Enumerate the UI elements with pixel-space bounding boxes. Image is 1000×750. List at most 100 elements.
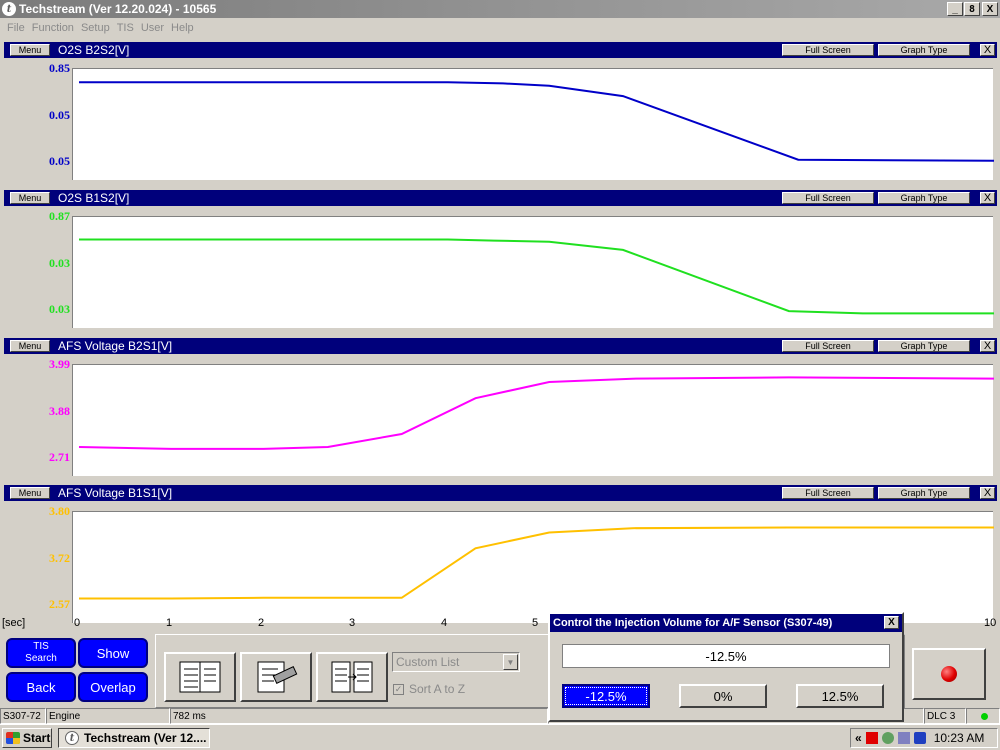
y-min-label: 0.03	[49, 302, 70, 316]
graph-type-button[interactable]: Graph Type	[878, 44, 970, 56]
x-tick-label: 2	[258, 617, 265, 629]
tis-search-button[interactable]: TIS Search	[6, 638, 76, 668]
menu-tis[interactable]: TIS	[117, 22, 134, 34]
x-tick-label: 4	[441, 617, 448, 629]
plot-area	[72, 511, 994, 623]
menu-help[interactable]: Help	[171, 22, 194, 34]
graph-type-button[interactable]: Graph Type	[878, 192, 970, 204]
series-svg	[79, 81, 994, 162]
graph-panel-afs-b1s1: Menu AFS Voltage B1S1[V] Full Screen Graph …	[4, 485, 997, 631]
menu-file[interactable]: File	[7, 22, 25, 34]
graph-header: Menu AFS Voltage B2S1[V] Full Screen Graph …	[4, 338, 997, 354]
x-axis-unit-label: [sec]	[2, 617, 26, 629]
dialog-title-bar: Control the Injection Volume for A/F Sen…	[550, 614, 902, 632]
connection-indicator	[966, 708, 1000, 724]
graph-menu-button[interactable]: Menu	[10, 44, 50, 56]
active-test-icon	[257, 661, 298, 693]
custom-list-value: Custom List	[396, 655, 460, 669]
series-svg	[79, 526, 994, 600]
x-tick-label: 1	[166, 617, 173, 629]
zero-percent-button[interactable]: 0%	[679, 684, 767, 708]
y-mid-label: 0.03	[49, 256, 70, 270]
y-max-label: 0.87	[49, 209, 70, 223]
taskbar-techstream-label: Techstream (Ver 12....	[84, 731, 207, 745]
menu-user[interactable]: User	[141, 22, 164, 34]
start-button[interactable]: Start	[2, 728, 52, 748]
y-max-label: 3.99	[49, 357, 70, 371]
tis-search-label: TIS Search	[25, 641, 57, 664]
minimize-button[interactable]: _	[947, 2, 963, 16]
checkmark-icon: ✓	[393, 683, 404, 695]
graph-panel-o2s-b1s2: Menu O2S B1S2[V] Full Screen Graph Type X 0.8…	[4, 190, 997, 336]
full-screen-button[interactable]: Full Screen	[782, 340, 874, 352]
taskbar-techstream[interactable]: t Techstream (Ver 12....	[58, 728, 210, 748]
sort-a-to-z-label: Sort A to Z	[409, 682, 466, 696]
full-screen-button[interactable]: Full Screen	[782, 44, 874, 56]
title-bar: t Techstream (Ver 12.20.024) - 10565 _ 8…	[0, 0, 1000, 18]
graph-title: AFS Voltage B2S1[V]	[58, 339, 173, 353]
active-test-button[interactable]	[240, 652, 312, 702]
x-tick-label: 0	[74, 617, 81, 629]
graph-close-button[interactable]: X	[980, 192, 995, 204]
graph-close-button[interactable]: X	[980, 487, 995, 499]
tray-network-icon[interactable]	[881, 732, 894, 744]
graph-type-button[interactable]: Graph Type	[878, 487, 970, 499]
y-min-label: 2.71	[49, 450, 70, 464]
tray-expand-icon[interactable]: «	[855, 731, 862, 745]
back-button[interactable]: Back	[6, 672, 76, 702]
restore-button[interactable]: 8	[964, 2, 980, 16]
custom-list-select[interactable]: Custom List ▼	[392, 652, 520, 672]
series-svg	[78, 376, 994, 450]
series-svg	[79, 238, 994, 315]
windows-logo-icon	[6, 732, 20, 744]
tray-security-icon[interactable]	[913, 732, 926, 744]
tray-red-app-icon[interactable]	[865, 732, 878, 744]
graph-close-button[interactable]: X	[980, 44, 995, 56]
menu-function[interactable]: Function	[32, 22, 74, 34]
minus-12-5-button[interactable]: -12.5%	[562, 684, 650, 708]
techstream-app-icon: t	[65, 731, 79, 745]
dialog-close-button[interactable]: X	[884, 616, 899, 629]
graph-panel-o2s-b2s2: Menu O2S B2S2[V] Full Screen Graph Type X 0.8…	[4, 42, 997, 188]
graph-header: Menu O2S B2S2[V] Full Screen Graph Type X	[4, 42, 997, 58]
x-tick-label: 10	[984, 617, 997, 629]
start-label: Start	[23, 731, 51, 745]
record-button[interactable]	[912, 648, 986, 700]
status-connection: DLC 3	[924, 708, 966, 724]
graph-title: O2S B1S2[V]	[58, 191, 130, 205]
graph-body: 0.85 0.05 0.05	[4, 58, 997, 188]
graph-menu-button[interactable]: Menu	[10, 192, 50, 204]
sort-a-to-z-checkbox[interactable]: ✓ Sort A to Z	[393, 682, 465, 696]
full-screen-button[interactable]: Full Screen	[782, 487, 874, 499]
menu-setup[interactable]: Setup	[81, 22, 110, 34]
graph-header: Menu AFS Voltage B1S1[V] Full Screen Graph …	[4, 485, 997, 501]
compare-list-button[interactable]	[316, 652, 388, 702]
x-tick-label: 5	[532, 617, 539, 629]
y-max-label: 3.80	[49, 504, 70, 518]
plus-12-5-button[interactable]: 12.5%	[796, 684, 884, 708]
techstream-app-icon: t	[2, 2, 16, 16]
graph-menu-button[interactable]: Menu	[10, 487, 50, 499]
tray-volume-icon[interactable]	[897, 732, 910, 744]
series-line	[78, 376, 994, 450]
data-list-icon	[179, 661, 221, 693]
graph-title: O2S B2S2[V]	[58, 43, 130, 57]
y-min-label: 0.05	[49, 154, 70, 168]
series-line	[79, 526, 994, 600]
y-mid-label: 3.72	[49, 551, 70, 565]
status-timing: 782 ms	[170, 708, 548, 724]
graph-type-button[interactable]: Graph Type	[878, 340, 970, 352]
y-min-label: 2.57	[49, 597, 70, 611]
dialog-title: Control the Injection Volume for A/F Sen…	[553, 617, 833, 629]
graph-close-button[interactable]: X	[980, 340, 995, 352]
plot-area	[72, 216, 994, 328]
overlap-button[interactable]: Overlap	[78, 672, 148, 702]
graph-menu-button[interactable]: Menu	[10, 340, 50, 352]
show-button[interactable]: Show	[78, 638, 148, 668]
data-list-button[interactable]	[164, 652, 236, 702]
menu-bar: File Function Setup TIS User Help	[0, 18, 1000, 38]
chevron-down-icon[interactable]: ▼	[503, 654, 518, 670]
close-window-button[interactable]: X	[982, 2, 998, 16]
graph-panel-afs-b2s1: Menu AFS Voltage B2S1[V] Full Screen Graph …	[4, 338, 997, 484]
full-screen-button[interactable]: Full Screen	[782, 192, 874, 204]
